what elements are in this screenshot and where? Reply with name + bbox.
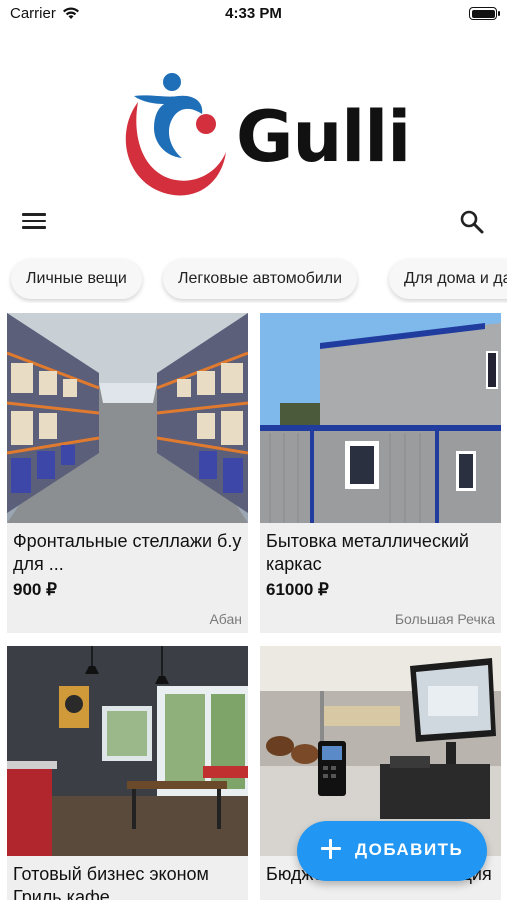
add-listing-button[interactable]: ДОБАВИТЬ (297, 821, 487, 881)
app-logo: Gulli (120, 72, 411, 202)
listing-city: Абан (209, 611, 242, 627)
listing-price: 900 ₽ (13, 580, 57, 599)
listing-card[interactable]: Фронтальные стеллажи б.у для ... 900 ₽ А… (7, 313, 248, 633)
chip-home-garden[interactable]: Для дома и дачи (389, 259, 507, 299)
listing-title: Фронтальные стеллажи б.у для ... (13, 531, 242, 574)
listing-title: Готовый бизнес эконом Гриль кафе (13, 864, 209, 900)
status-bar: Carrier 4:33 PM (0, 0, 507, 28)
listing-city: Большая Речка (394, 611, 495, 627)
category-chips: Личные вещи Легковые автомобили Для дома… (0, 257, 507, 303)
listing-card[interactable]: Готовый бизнес эконом Гриль кафе (7, 646, 248, 900)
search-icon[interactable] (459, 209, 485, 235)
chip-cars[interactable]: Легковые автомобили (163, 259, 358, 299)
gulli-emblem (125, 73, 226, 196)
listing-title: Бытовка металлический каркас (266, 531, 469, 574)
brand-name: Gulli (236, 96, 411, 178)
chip-personal-items[interactable]: Личные вещи (11, 259, 142, 299)
listing-image (7, 646, 248, 856)
listing-image (260, 313, 501, 523)
add-listing-label: ДОБАВИТЬ (355, 840, 464, 859)
menu-icon[interactable] (22, 210, 48, 234)
clock: 4:33 PM (225, 5, 282, 22)
listing-price: 61000 ₽ (266, 580, 329, 599)
listing-card[interactable]: Бытовка металлический каркас 61000 ₽ Бол… (260, 313, 501, 633)
battery-icon (469, 7, 500, 20)
plus-icon (319, 837, 343, 861)
listing-image (7, 313, 248, 523)
